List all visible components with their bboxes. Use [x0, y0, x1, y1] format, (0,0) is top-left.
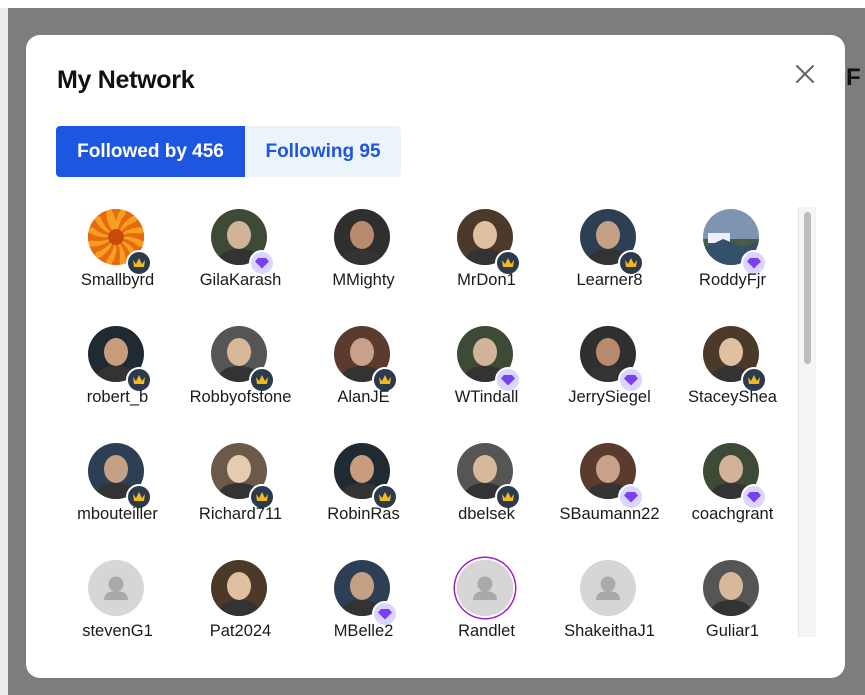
user-card[interactable]: MBelle2	[302, 556, 425, 637]
user-name[interactable]: SBaumann22	[548, 505, 671, 524]
user-card[interactable]: stevenG1	[56, 556, 179, 637]
user-name[interactable]: stevenG1	[56, 622, 179, 637]
user-name[interactable]: Robbyofstone	[179, 388, 302, 407]
user-name[interactable]: RoddyFjr	[671, 271, 794, 290]
modal-title: My Network	[57, 66, 195, 94]
backdrop-strip	[0, 0, 865, 8]
user-card[interactable]: Guliar1	[671, 556, 794, 637]
user-card[interactable]: Pat2024	[179, 556, 302, 637]
network-tabs: Followed by 456 Following 95	[56, 126, 401, 177]
avatar[interactable]	[334, 209, 390, 265]
user-name[interactable]: MBelle2	[302, 622, 425, 637]
user-card[interactable]: mbouteiller	[56, 439, 179, 556]
user-card[interactable]: Smallbyrd	[56, 205, 179, 322]
user-card[interactable]: Robbyofstone	[179, 322, 302, 439]
user-card[interactable]: JerrySiegel	[548, 322, 671, 439]
user-card[interactable]: RoddyFjr	[671, 205, 794, 322]
user-name[interactable]: coachgrant	[671, 505, 794, 524]
avatar[interactable]	[88, 560, 144, 616]
user-card[interactable]: ShakeithaJ1	[548, 556, 671, 637]
backdrop-strip	[0, 8, 8, 695]
user-name[interactable]: robert_b	[56, 388, 179, 407]
avatar[interactable]	[580, 560, 636, 616]
user-name[interactable]: Guliar1	[671, 622, 794, 637]
user-card[interactable]: Learner8	[548, 205, 671, 322]
user-name[interactable]: mbouteiller	[56, 505, 179, 524]
user-grid: Smallbyrd GilaKarash MMighty MrDon1 Learner8…	[56, 205, 796, 637]
user-name[interactable]: dbelsek	[425, 505, 548, 524]
user-grid-container: Smallbyrd GilaKarash MMighty MrDon1 Learner8…	[56, 205, 796, 637]
user-name[interactable]: Pat2024	[179, 622, 302, 637]
user-card[interactable]: MrDon1	[425, 205, 548, 322]
user-card[interactable]: robert_b	[56, 322, 179, 439]
user-name[interactable]: Smallbyrd	[56, 271, 179, 290]
tab-followed-by[interactable]: Followed by 456	[56, 126, 245, 177]
user-card[interactable]: Richard711	[179, 439, 302, 556]
avatar[interactable]	[457, 560, 513, 616]
close-icon[interactable]	[792, 61, 818, 87]
user-card[interactable]: Randlet	[425, 556, 548, 637]
user-card[interactable]: GilaKarash	[179, 205, 302, 322]
user-card[interactable]: StaceyShea	[671, 322, 794, 439]
user-card[interactable]: RobinRas	[302, 439, 425, 556]
user-name[interactable]: Learner8	[548, 271, 671, 290]
tab-following[interactable]: Following 95	[245, 126, 401, 177]
user-name[interactable]: MrDon1	[425, 271, 548, 290]
user-name[interactable]: MMighty	[302, 271, 425, 290]
user-card[interactable]: WTindall	[425, 322, 548, 439]
user-name[interactable]: AlanJE	[302, 388, 425, 407]
user-card[interactable]: coachgrant	[671, 439, 794, 556]
user-name[interactable]: GilaKarash	[179, 271, 302, 290]
user-card[interactable]: SBaumann22	[548, 439, 671, 556]
user-name[interactable]: ShakeithaJ1	[548, 622, 671, 637]
background-heading: F	[846, 64, 861, 91]
user-name[interactable]: WTindall	[425, 388, 548, 407]
avatar[interactable]	[703, 560, 759, 616]
user-name[interactable]: JerrySiegel	[548, 388, 671, 407]
user-card[interactable]: AlanJE	[302, 322, 425, 439]
user-name[interactable]: StaceyShea	[671, 388, 794, 407]
user-card[interactable]: dbelsek	[425, 439, 548, 556]
user-name[interactable]: Richard711	[179, 505, 302, 524]
user-name[interactable]: Randlet	[425, 622, 548, 637]
scrollbar[interactable]	[798, 207, 816, 637]
avatar[interactable]	[211, 560, 267, 616]
user-card[interactable]: MMighty	[302, 205, 425, 322]
scrollbar-thumb[interactable]	[804, 212, 811, 364]
network-modal: My Network Followed by 456 Following 95 …	[26, 35, 845, 678]
user-name[interactable]: RobinRas	[302, 505, 425, 524]
